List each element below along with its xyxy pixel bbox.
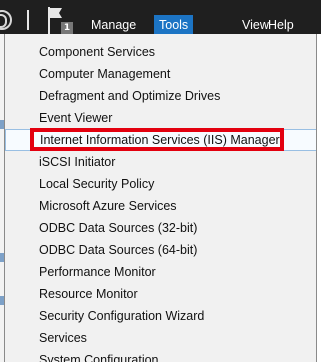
menu-item-computer-management[interactable]: Computer Management (5, 63, 316, 85)
notification-count-badge: 1 (61, 22, 73, 34)
menu-item-event-viewer[interactable]: Event Viewer (5, 107, 316, 129)
menu-item-performance-monitor[interactable]: Performance Monitor (5, 261, 316, 283)
menu-help[interactable]: Help (263, 15, 299, 35)
menu-item-component-services[interactable]: Component Services (5, 41, 316, 63)
toolbar-separator (27, 10, 29, 30)
menu-item-defragment-and-optimize-drives[interactable]: Defragment and Optimize Drives (5, 85, 316, 107)
menu-manage[interactable]: Manage (86, 15, 141, 35)
menu-item-resource-monitor[interactable]: Resource Monitor (5, 283, 316, 305)
menu-item-odbc-32-bit[interactable]: ODBC Data Sources (32-bit) (5, 217, 316, 239)
menu-item-security-configuration-wizard[interactable]: Security Configuration Wizard (5, 305, 316, 327)
menu-item-system-configuration[interactable]: System Configuration (5, 349, 316, 362)
menu-tools[interactable]: Tools (154, 15, 194, 35)
menu-item-odbc-64-bit[interactable]: ODBC Data Sources (64-bit) (5, 239, 316, 261)
tools-dropdown-menu: Component Services Computer Management D… (4, 34, 317, 362)
menu-item-iis-manager[interactable]: Internet Information Services (IIS) Mana… (5, 129, 316, 151)
menu-item-services[interactable]: Services (5, 327, 316, 349)
menu-item-iscsi-initiator[interactable]: iSCSI Initiator (5, 151, 316, 173)
notifications-flag-button[interactable]: 1 (46, 7, 76, 34)
menu-item-local-security-policy[interactable]: Local Security Policy (5, 173, 316, 195)
server-manager-toolbar: 1 Manage Tools View Help (0, 0, 321, 35)
refresh-icon[interactable] (0, 10, 12, 30)
menu-item-microsoft-azure-services[interactable]: Microsoft Azure Services (5, 195, 316, 217)
